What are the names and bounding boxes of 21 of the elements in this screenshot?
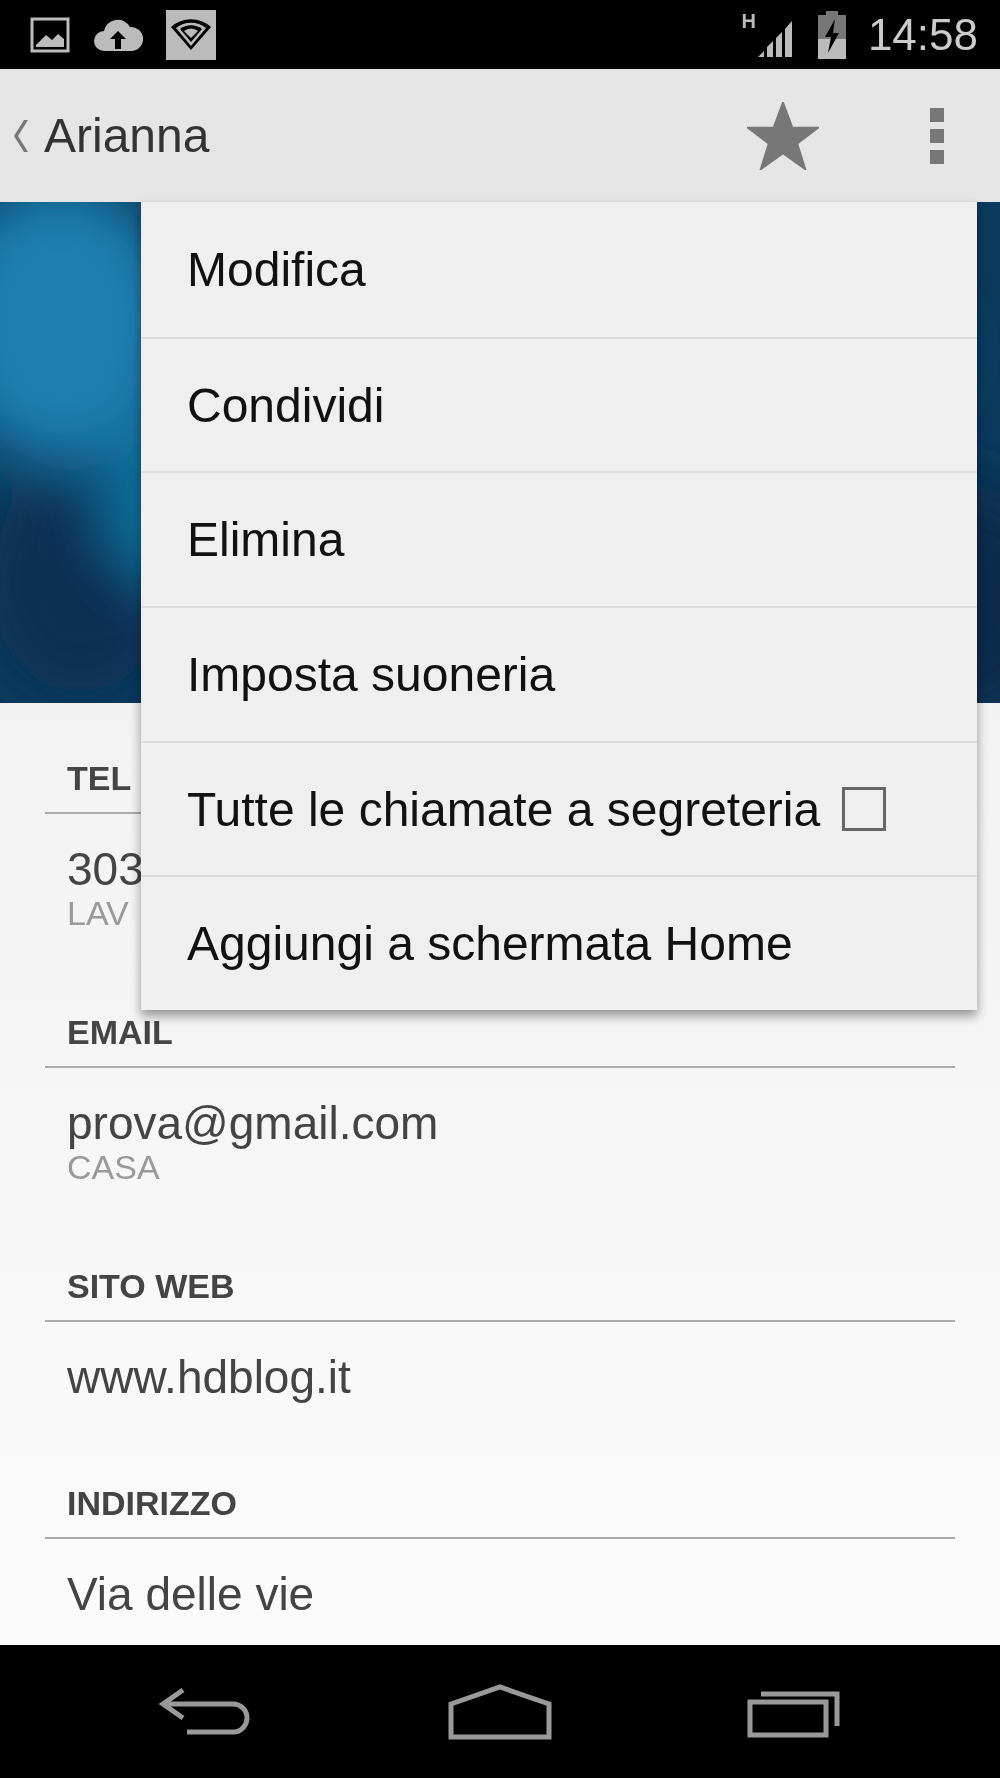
network-type-label: H (741, 10, 756, 33)
checkbox[interactable] (842, 787, 887, 832)
menu-item[interactable]: Condividi (187, 377, 385, 433)
field-value[interactable]: Via delle vie (67, 1567, 933, 1621)
picture-icon (30, 16, 70, 53)
field-value[interactable]: www.hdblog.it (67, 1350, 933, 1404)
wifi-icon (166, 9, 216, 60)
field-type-label: LAV (67, 894, 130, 933)
menu-item[interactable]: Imposta suoneria (187, 646, 556, 702)
home-icon[interactable] (448, 1684, 552, 1740)
clock-time: 14:58 (867, 9, 978, 60)
contact-name-title: Arianna (44, 108, 210, 163)
section-header: INDIRIZZO (45, 1428, 955, 1539)
field-value[interactable]: prova@gmail.com (67, 1096, 933, 1150)
menu-item[interactable]: Modifica (187, 241, 366, 297)
field-type-label: CASA (67, 1148, 160, 1187)
battery-charging-icon (817, 10, 846, 59)
section-header: SITO WEB (45, 1211, 955, 1322)
star-icon[interactable] (747, 101, 819, 170)
menu-item[interactable]: Elimina (187, 512, 345, 568)
overflow-menu-icon[interactable] (930, 107, 944, 164)
